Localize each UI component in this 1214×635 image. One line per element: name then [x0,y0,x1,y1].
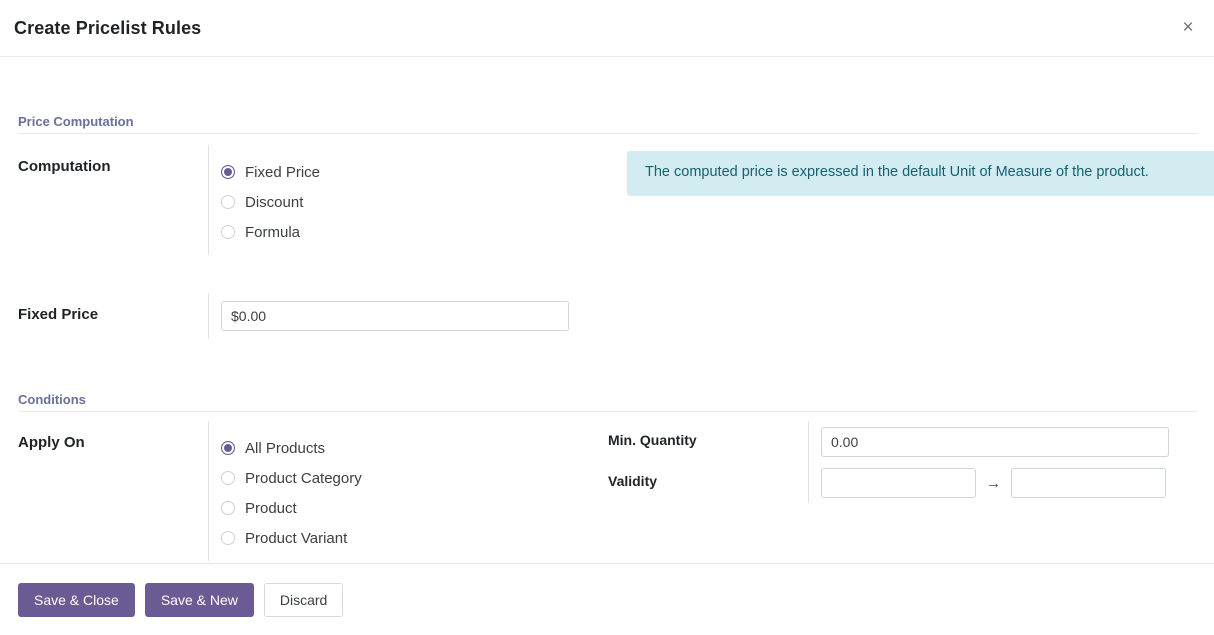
radio-fixed-price[interactable]: Fixed Price [221,157,608,187]
conditions-right-column: Min. Quantity Validity → [608,421,1198,561]
fixed-price-field-group: Fixed Price [18,293,608,339]
computation-field-group: Computation Fixed Price Discount [18,145,608,255]
computation-label: Computation [18,145,208,255]
computation-radio-group: Fixed Price Discount Formula [208,145,608,255]
arrow-right-icon: → [986,476,1001,491]
dialog-header: Create Pricelist Rules × [0,0,1214,57]
dialog-title: Create Pricelist Rules [14,18,201,39]
radio-mark-icon [221,531,235,545]
radio-product-category[interactable]: Product Category [221,463,608,493]
save-and-new-button[interactable]: Save & New [145,583,254,617]
computation-info-group: The computed price is expressed in the d… [608,145,1214,255]
validity-value-cell: → [808,462,1198,503]
radio-label-product-variant: Product Variant [245,530,347,547]
create-pricelist-rules-dialog: Create Pricelist Rules × Price Computati… [0,0,1214,635]
radio-mark-icon [221,471,235,485]
min-quantity-input[interactable] [821,427,1169,457]
info-alert: The computed price is expressed in the d… [627,151,1214,196]
radio-mark-icon [221,441,235,455]
radio-mark-icon [221,165,235,179]
section-title-conditions: Conditions [18,392,1198,412]
row-min-quantity: Min. Quantity [608,421,1198,462]
dialog-footer: Save & Close Save & New Discard [0,563,1214,635]
radio-label-discount: Discount [245,194,303,211]
row-computation: Computation Fixed Price Discount [18,145,1198,255]
row-conditions: Apply On All Products Product Category [18,421,1198,561]
close-icon[interactable]: × [1176,15,1200,39]
row-validity: Validity → [608,462,1198,503]
apply-on-label: Apply On [18,421,208,561]
radio-product[interactable]: Product [221,493,608,523]
radio-label-product-category: Product Category [245,470,362,487]
radio-product-variant[interactable]: Product Variant [221,523,608,553]
row-fixed-price: Fixed Price [18,293,1198,339]
radio-label-product: Product [245,500,297,517]
min-quantity-label: Min. Quantity [608,421,808,462]
radio-formula[interactable]: Formula [221,217,608,247]
radio-label-formula: Formula [245,224,300,241]
section-conditions: Conditions Apply On All Products Prod [0,339,1214,561]
radio-mark-icon [221,195,235,209]
radio-label-all-products: All Products [245,440,325,457]
save-and-close-button[interactable]: Save & Close [18,583,135,617]
fixed-price-value-cell [208,293,608,339]
dialog-body: Price Computation Computation Fixed Pric… [0,57,1214,563]
radio-all-products[interactable]: All Products [221,433,608,463]
fixed-price-label: Fixed Price [18,293,208,339]
min-quantity-value-cell [808,421,1198,462]
discard-button[interactable]: Discard [264,583,343,617]
validity-start-input[interactable] [821,468,976,498]
radio-mark-icon [221,501,235,515]
fixed-price-input[interactable] [221,301,569,331]
radio-mark-icon [221,225,235,239]
radio-label-fixed-price: Fixed Price [245,164,320,181]
validity-end-input[interactable] [1011,468,1166,498]
section-title-price-computation: Price Computation [18,114,1198,134]
validity-label: Validity [608,462,808,503]
apply-on-radio-group: All Products Product Category Product [208,421,608,561]
radio-discount[interactable]: Discount [221,187,608,217]
apply-on-field-group: Apply On All Products Product Category [18,421,608,561]
section-price-computation: Price Computation Computation Fixed Pric… [0,57,1214,339]
